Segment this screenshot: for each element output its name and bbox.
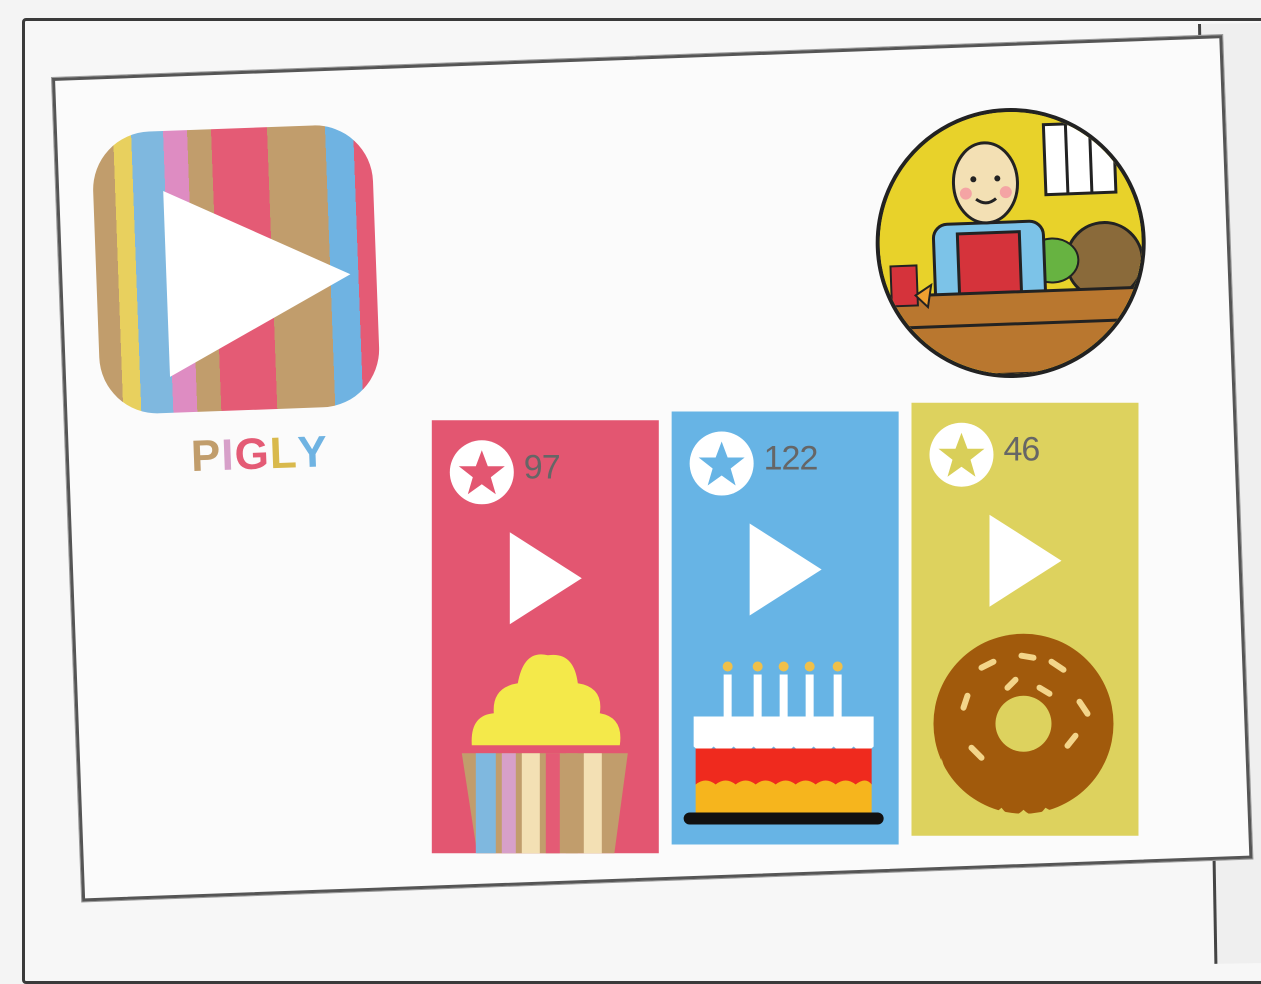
app-name: P I G L Y [190,427,329,482]
cupcake-icon [461,654,628,854]
rating-count: 97 [523,448,560,487]
app-screen: P I G L Y 97 122 46 [52,35,1253,902]
app-logo[interactable] [91,123,382,416]
video-card[interactable]: 122 [671,411,899,845]
star-icon [938,432,985,477]
video-card[interactable]: 97 [431,420,659,854]
profile-avatar[interactable] [870,103,1151,383]
rating-count: 122 [763,439,818,478]
rating-count: 46 [1003,430,1040,469]
app-name-letter: G [233,429,271,480]
video-card[interactable]: 46 [911,402,1139,836]
rating-badge[interactable] [689,431,754,496]
donut-icon [933,633,1114,818]
app-name-letter: Y [296,427,329,478]
star-icon [698,441,745,486]
play-icon[interactable] [987,513,1063,609]
birthday-cake-icon [683,661,884,825]
play-icon[interactable] [748,522,824,618]
app-name-letter: L [268,428,299,479]
shopkeeper-icon [874,107,1148,381]
rating-badge[interactable] [929,422,994,487]
star-icon [458,450,505,495]
play-icon [163,191,351,377]
video-list: 97 122 46 [424,399,1146,858]
app-name-letter: P [190,431,223,482]
play-icon[interactable] [508,530,584,626]
rating-badge[interactable] [449,440,514,505]
